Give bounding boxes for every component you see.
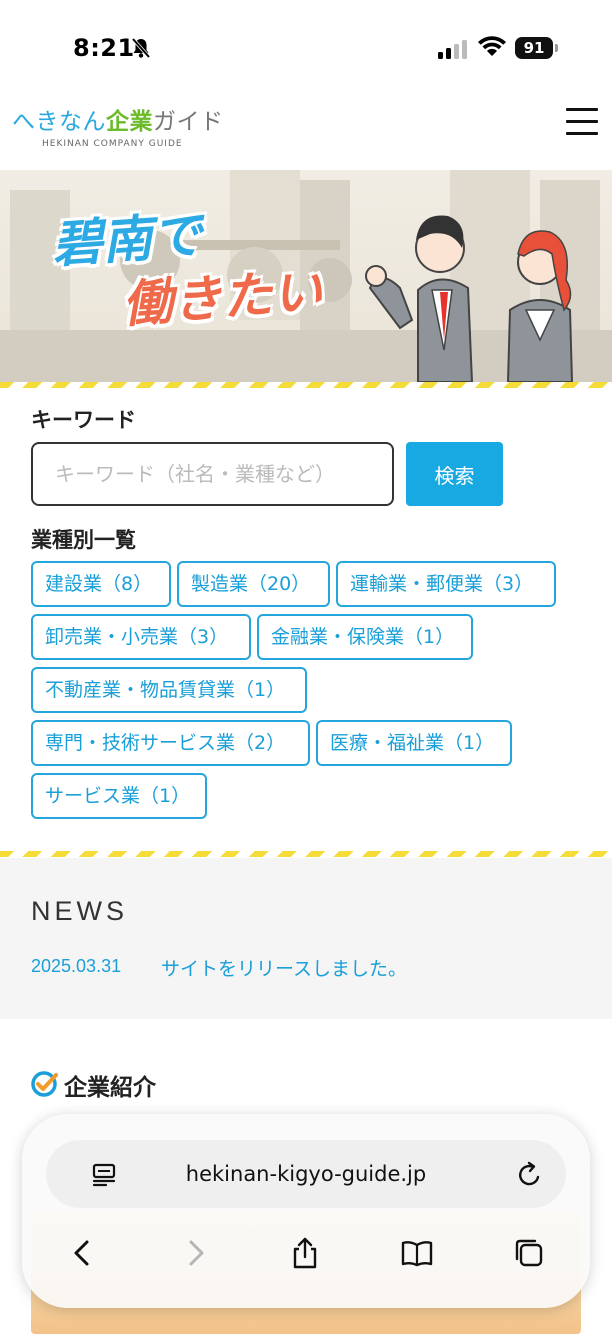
category-construction[interactable]: 建設業（8） — [31, 561, 171, 607]
menu-bar-icon — [566, 120, 598, 123]
logo-part-kigyo: 企業 — [106, 109, 153, 135]
share-icon[interactable] — [288, 1236, 322, 1270]
cellular-signal-icon — [438, 40, 467, 59]
category-medical-welfare[interactable]: 医療・福祉業（1） — [316, 720, 512, 766]
hero-banner: 碧南で 働きたい — [0, 170, 612, 388]
news-section: NEWS 2025.03.31 サイトをリリースしました。 — [0, 858, 612, 1019]
reload-icon[interactable] — [516, 1161, 544, 1189]
logo-wordmark: へきなん企業ガイド — [12, 102, 224, 136]
menu-bar-icon — [566, 132, 598, 135]
menu-bar-icon — [566, 108, 598, 111]
hamburger-menu-button[interactable] — [566, 108, 598, 136]
category-finance-insurance[interactable]: 金融業・保険業（1） — [257, 614, 473, 660]
section-divider-stripe — [0, 851, 612, 857]
back-arrow-icon[interactable] — [66, 1236, 100, 1270]
browser-toolbar: hekinan-kigyo-guide.jp — [22, 1114, 590, 1308]
category-professional-technical[interactable]: 専門・技術サービス業（2） — [31, 720, 310, 766]
category-services[interactable]: サービス業（1） — [31, 773, 207, 819]
news-item-link[interactable]: サイトをリリースしました。 — [161, 954, 407, 981]
battery-tip — [555, 44, 558, 52]
tabs-icon[interactable] — [512, 1236, 546, 1270]
logo-subtitle: HEKINAN COMPANY GUIDE — [42, 139, 183, 149]
status-time: 8:21 — [73, 34, 135, 62]
url-text: hekinan-kigyo-guide.jp — [185, 1162, 427, 1186]
check-circle-icon — [31, 1071, 58, 1097]
keyword-label: キーワード — [31, 408, 136, 432]
bookmarks-icon[interactable] — [400, 1236, 434, 1270]
category-transport-postal[interactable]: 運輸業・郵便業（3） — [336, 561, 556, 607]
forward-arrow-icon[interactable] — [178, 1236, 212, 1270]
company-intro-heading: 企業紹介 — [64, 1075, 156, 1101]
battery-indicator: 91 — [515, 37, 559, 59]
hero-bottom-stripe — [0, 382, 612, 388]
search-button[interactable]: 検索 — [406, 442, 503, 506]
keyword-search-input[interactable] — [31, 442, 394, 506]
news-heading: NEWS — [31, 896, 128, 926]
address-bar[interactable]: hekinan-kigyo-guide.jp — [46, 1140, 566, 1208]
category-list-label: 業種別一覧 — [31, 528, 136, 552]
category-real-estate-rental[interactable]: 不動産業・物品賃貸業（1） — [31, 667, 307, 713]
hero-headline-line2: 働きたい — [120, 262, 325, 334]
site-logo[interactable]: へきなん企業ガイド HEKINAN COMPANY GUIDE — [12, 102, 224, 149]
bell-slash-icon — [131, 37, 151, 59]
logo-part-guide: ガイド — [153, 109, 224, 135]
site-header: へきなん企業ガイド HEKINAN COMPANY GUIDE — [0, 90, 612, 170]
news-date: 2025.03.31 — [31, 956, 122, 976]
status-bar: 8:21 91 — [0, 0, 612, 90]
category-manufacturing[interactable]: 製造業（20） — [177, 561, 330, 607]
battery-level: 91 — [515, 37, 553, 59]
logo-part-hekinan: へきなん — [12, 109, 106, 135]
wifi-icon — [478, 36, 506, 56]
category-wholesale-retail[interactable]: 卸売業・小売業（3） — [31, 614, 251, 660]
